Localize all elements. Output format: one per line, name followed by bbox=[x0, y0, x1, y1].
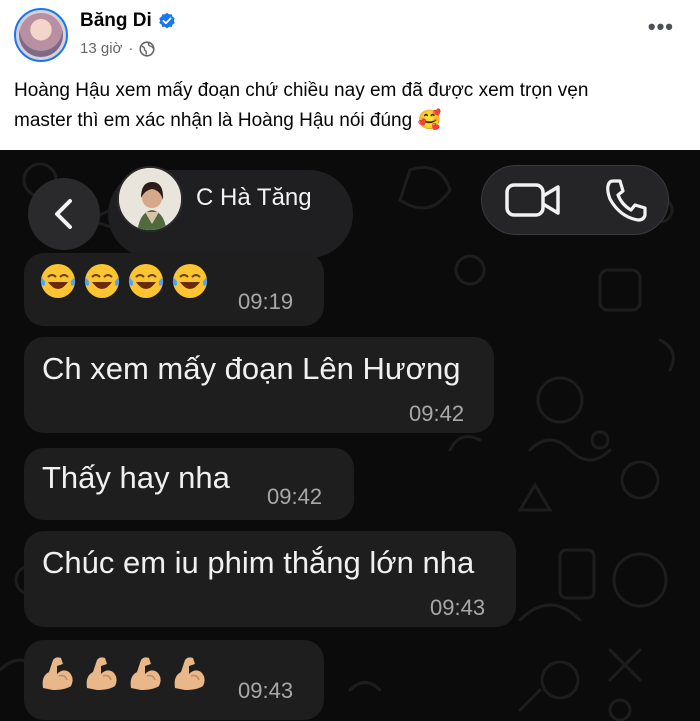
message-text: Ch xem mấy đoạn Lên Hương bbox=[42, 351, 461, 386]
video-camera-icon bbox=[505, 183, 560, 217]
voice-call-button[interactable] bbox=[596, 173, 656, 227]
back-button[interactable] bbox=[28, 178, 100, 250]
verified-badge-icon bbox=[158, 12, 176, 30]
chevron-left-icon bbox=[55, 199, 72, 229]
phone-icon bbox=[606, 179, 647, 222]
flexed-biceps-emoji-icon bbox=[86, 657, 117, 690]
author-name[interactable]: Băng Di bbox=[80, 10, 152, 32]
flexed-biceps-emoji-icon bbox=[42, 657, 73, 690]
message-emoji-row bbox=[39, 262, 209, 300]
message-bubble[interactable]: 09:43 bbox=[24, 640, 324, 720]
more-horizontal-icon[interactable]: ••• bbox=[648, 16, 674, 38]
message-bubble[interactable]: Ch xem mấy đoạn Lên Hương 09:42 bbox=[24, 337, 494, 433]
chat-header: C Hà Tăng bbox=[0, 150, 700, 258]
caption-line-1: Hoàng Hậu xem mấy đoạn chứ chiều nay em … bbox=[14, 80, 589, 101]
message-time: 09:43 bbox=[430, 595, 486, 620]
post-timestamp[interactable]: 13 giờ bbox=[80, 40, 122, 57]
laughing-tears-emoji-icon bbox=[172, 264, 208, 298]
flexed-biceps-emoji-icon bbox=[174, 657, 205, 690]
post-meta: 13 giờ · bbox=[80, 40, 155, 57]
flexed-biceps-emoji-icon bbox=[130, 657, 161, 690]
globe-icon bbox=[139, 40, 155, 57]
message-bubble[interactable]: 09:19 bbox=[24, 253, 324, 326]
contact-name: C Hà Tăng bbox=[196, 184, 312, 211]
caption-line-2: master thì em xác nhận là Hoàng Hậu nói … bbox=[14, 110, 442, 131]
contact-avatar[interactable] bbox=[117, 166, 183, 232]
author-avatar-image bbox=[19, 13, 63, 57]
message-time: 09:42 bbox=[409, 401, 465, 426]
message-bubble[interactable]: Chúc em iu phim thắng lớn nha 09:43 bbox=[24, 531, 516, 627]
author-row: Băng Di bbox=[80, 10, 176, 32]
laughing-tears-emoji-icon bbox=[84, 264, 120, 298]
message-emoji-row bbox=[39, 654, 209, 692]
post-caption: Hoàng Hậu xem mấy đoạn chứ chiều nay em … bbox=[14, 76, 694, 136]
laughing-tears-emoji-icon bbox=[128, 264, 164, 298]
chat-screenshot: C Hà Tăng 09:19 Ch xem mấy đoạn Lên Hươn… bbox=[0, 150, 700, 721]
message-time: 09:42 bbox=[267, 484, 323, 509]
message-time: 09:43 bbox=[238, 678, 294, 703]
author-avatar[interactable] bbox=[14, 8, 68, 62]
message-bubble[interactable]: Thấy hay nha 09:42 bbox=[24, 448, 354, 520]
message-text: Thấy hay nha bbox=[42, 460, 230, 495]
post-header: Băng Di 13 giờ · ••• Hoàng Hậu xem mấy đ… bbox=[0, 0, 700, 150]
message-text: Chúc em iu phim thắng lớn nha bbox=[42, 545, 475, 580]
video-call-button[interactable] bbox=[500, 175, 566, 225]
message-time: 09:19 bbox=[238, 289, 294, 314]
meta-separator: · bbox=[128, 40, 134, 57]
laughing-tears-emoji-icon bbox=[40, 264, 76, 298]
